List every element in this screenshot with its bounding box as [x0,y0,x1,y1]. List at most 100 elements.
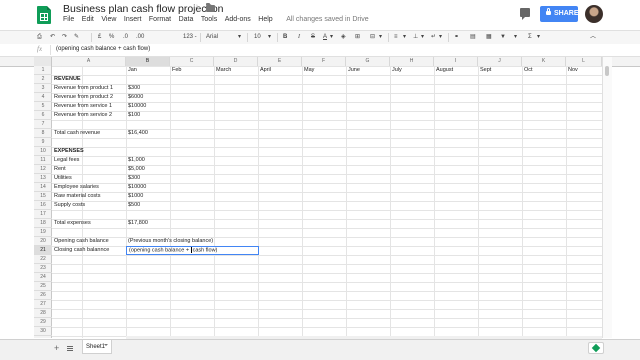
cell-j1[interactable]: Sept [480,66,491,75]
column-header[interactable]: I [434,57,478,66]
cell-a14[interactable]: Employee salaries [54,183,99,192]
comments-icon[interactable] [520,8,530,20]
menu-edit[interactable]: Edit [82,16,94,23]
row-header[interactable]: 12 [34,165,52,174]
menu-view[interactable]: View [101,16,116,23]
row-header[interactable]: 9 [34,138,52,147]
insert-chart-icon[interactable]: ▦ [486,32,492,43]
row-header[interactable]: 3 [34,84,52,93]
borders-icon[interactable]: ⊞ [355,32,360,43]
cell-a15[interactable]: Raw material costs [54,192,100,201]
filter-icon[interactable]: ▼ [500,32,506,43]
row-header[interactable]: 23 [34,264,52,273]
row-header[interactable]: 27 [34,300,52,309]
row-header[interactable]: 7 [34,120,52,129]
cell-a21[interactable]: Closing cash balannce [54,246,109,255]
cell-g1[interactable]: June [348,66,360,75]
menu-help[interactable]: Help [258,16,272,23]
cell-b11[interactable]: $1,000 [128,156,145,165]
functions-dropdown-icon[interactable]: ▾ [537,32,540,43]
text-wrap-icon[interactable]: ↵ [431,32,436,43]
text-wrap-dropdown-icon[interactable]: ▾ [439,32,442,43]
row-header[interactable]: 19 [34,228,52,237]
column-header[interactable]: H [390,57,434,66]
cell-a13[interactable]: Utilities [54,174,72,183]
row-header[interactable]: 21 [34,246,52,255]
decrease-decimal-button[interactable]: .0 [123,32,128,43]
functions-icon[interactable]: Σ [528,32,532,43]
list-sheets-icon[interactable] [67,346,73,347]
row-header[interactable]: 11 [34,156,52,165]
row-header[interactable]: 15 [34,192,52,201]
row-header[interactable]: 20 [34,237,52,246]
menu-addons[interactable]: Add-ons [225,16,251,23]
vertical-scrollbar[interactable] [602,57,612,338]
row-header[interactable]: 10 [34,147,52,156]
text-color-button[interactable]: A [323,32,327,43]
select-all-corner[interactable] [34,57,52,66]
percent-format-button[interactable]: % [109,32,114,43]
cell-b14[interactable]: $10000 [128,183,146,192]
row-header[interactable]: 4 [34,93,52,102]
row-header[interactable]: 6 [34,111,52,120]
font-size-dropdown-icon[interactable]: ▾ [268,32,271,43]
star-icon[interactable]: ☆ [192,2,202,15]
cell-a4[interactable]: Revenue from product 2 [54,93,113,102]
sheet-tab-menu-icon[interactable] [104,344,108,346]
strikethrough-button[interactable]: S [311,32,315,43]
increase-decimal-button[interactable]: .00 [136,32,144,43]
cell-a8[interactable]: Total cash revenue [54,129,100,138]
column-header[interactable]: A [52,57,126,66]
insert-link-icon[interactable]: ⚭ [454,32,459,43]
cell-a5[interactable]: Revenue from service 1 [54,102,112,111]
active-cell-text[interactable]: (opening cash balance + cash flow) [129,247,217,254]
cell-a11[interactable]: Legal fees [54,156,79,165]
menu-file[interactable]: File [63,16,74,23]
row-header[interactable]: 30 [34,327,52,336]
bold-button[interactable]: B [283,32,287,43]
column-header[interactable]: J [478,57,522,66]
row-header[interactable]: 1 [34,66,52,75]
row-header[interactable]: 22 [34,255,52,264]
row-header[interactable]: 26 [34,291,52,300]
menu-insert[interactable]: Insert [124,16,142,23]
cell-b12[interactable]: $5,000 [128,165,145,174]
cell-a6[interactable]: Revenue from service 2 [54,111,112,120]
cell-a16[interactable]: Supply costs [54,201,85,210]
row-header[interactable]: 17 [34,210,52,219]
column-header[interactable]: F [302,57,346,66]
folder-icon[interactable] [206,3,215,12]
menu-tools[interactable]: Tools [201,16,217,23]
paint-format-icon[interactable]: ✎ [74,32,79,43]
column-header[interactable]: K [522,57,566,66]
row-header[interactable]: 28 [34,309,52,318]
print-icon[interactable]: ⎙ [37,32,42,43]
menu-format[interactable]: Format [149,16,171,23]
row-header[interactable]: 2 [34,75,52,84]
cell-b4[interactable]: $6000 [128,93,143,102]
vertical-align-icon[interactable]: ⊥ [413,32,418,43]
vertical-scrollbar-thumb[interactable] [605,66,609,76]
cell-b6[interactable]: $100 [128,111,140,120]
cell-h1[interactable]: July [392,66,402,75]
row-header[interactable]: 13 [34,174,52,183]
cell-l1[interactable]: Nov [568,66,578,75]
add-sheet-icon[interactable]: + [54,343,59,353]
formula-input[interactable]: (opening cash balance + cash flow) [56,46,150,52]
cell-d1[interactable]: March [216,66,231,75]
redo-icon[interactable]: ↷ [62,32,67,43]
row-header[interactable]: 16 [34,201,52,210]
italic-button[interactable]: I [298,32,300,43]
currency-format-button[interactable]: £ [98,32,101,43]
cell-a12[interactable]: Rent [54,165,66,174]
cell-e1[interactable]: April [260,66,271,75]
cell-k1[interactable]: Oct [524,66,533,75]
row-header[interactable]: 14 [34,183,52,192]
sheet-tab-sheet1[interactable]: Sheet1 [82,340,112,354]
cell-a3[interactable]: Revenue from product 1 [54,84,113,93]
merge-cells-icon[interactable]: ⊟ [370,32,375,43]
cell-a2[interactable]: REVENUE [54,75,81,84]
cell-a20[interactable]: Opening cash balance [54,237,109,246]
filter-views-dropdown-icon[interactable]: ▾ [514,32,517,43]
more-formats-button[interactable]: 123 - [183,32,197,43]
